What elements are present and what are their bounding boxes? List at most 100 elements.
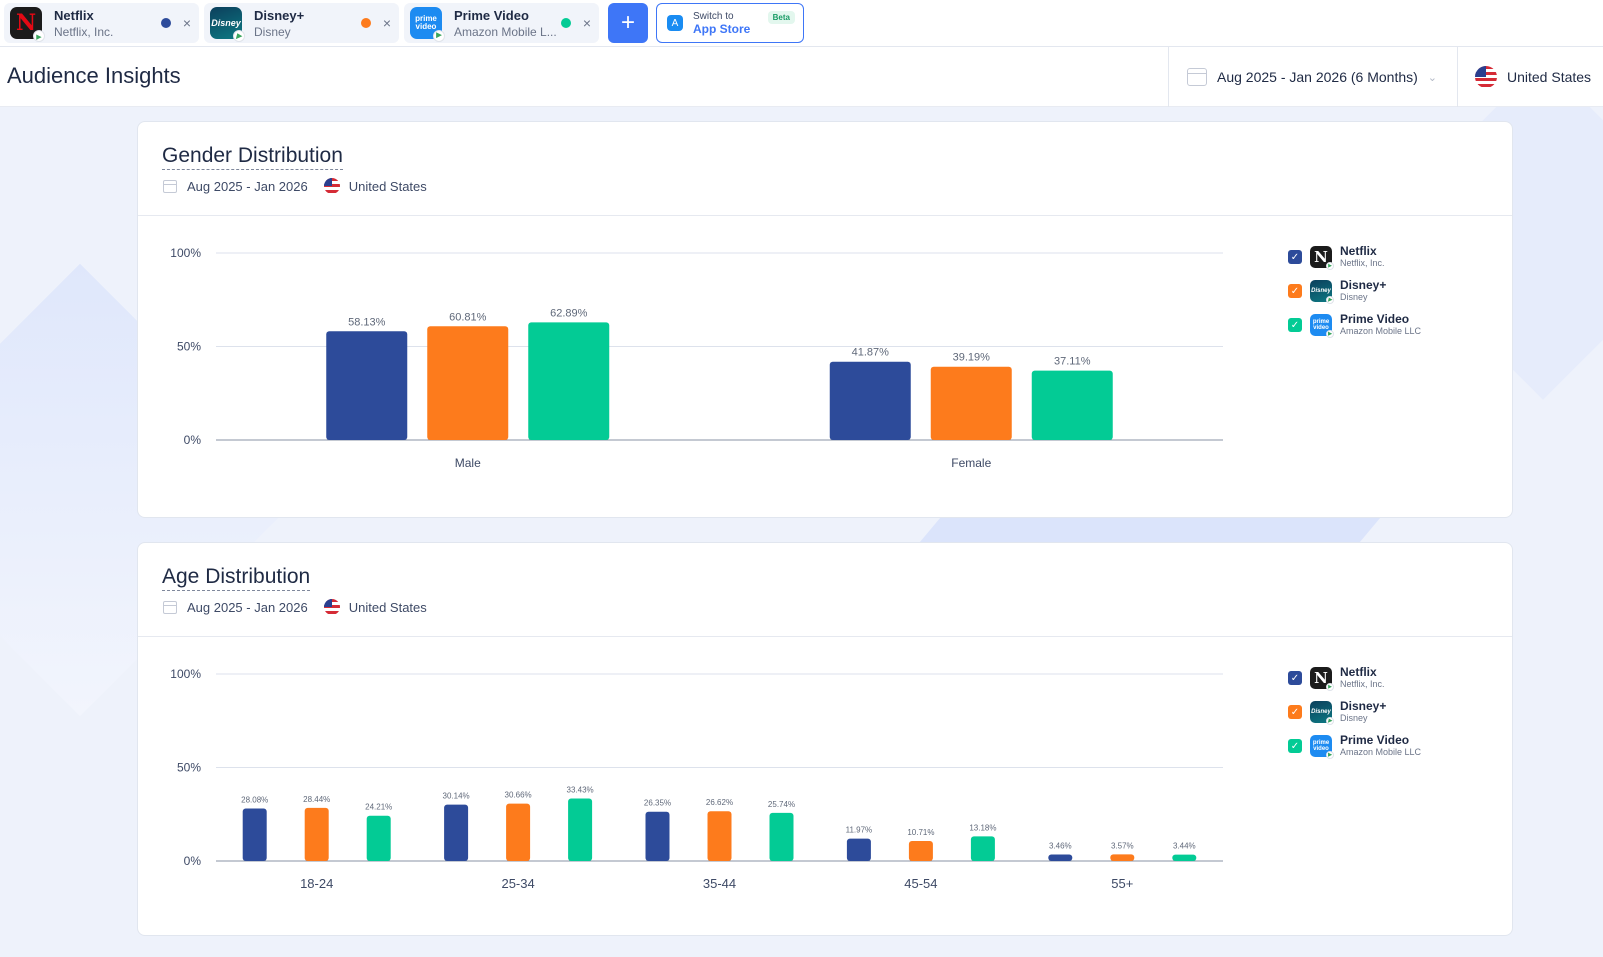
legend-item[interactable]: ✓ prime video ▶ Prime Video Amazon Mobile LLC <box>1288 308 1421 342</box>
checkbox-checked-icon[interactable]: ✓ <box>1288 705 1302 719</box>
legend-item[interactable]: ✓ N ▶ Netflix Netflix, Inc. <box>1288 240 1421 274</box>
google-play-badge-icon: ▶ <box>433 30 445 42</box>
bar <box>366 815 391 861</box>
page-header: Audience Insights Aug 2025 - Jan 2026 (6… <box>0 47 1603 107</box>
y-tick-label: 50% <box>177 340 201 354</box>
series-color-dot <box>561 18 571 28</box>
tab-app-publisher: Amazon Mobile L... <box>454 24 557 39</box>
app-tab-disney[interactable]: Disney ▶ Disney+ Disney × <box>204 3 399 43</box>
country-selector[interactable]: United States <box>1457 47 1603 107</box>
data-label: 30.14% <box>443 792 470 801</box>
app-store-icon: A <box>667 15 683 31</box>
data-label: 3.46% <box>1049 842 1072 851</box>
netflix-icon: N ▶ <box>1310 246 1334 270</box>
checkbox-checked-icon[interactable]: ✓ <box>1288 250 1302 264</box>
close-icon[interactable]: × <box>381 15 393 31</box>
close-icon[interactable]: × <box>581 15 593 31</box>
bar <box>769 812 794 861</box>
legend-item[interactable]: ✓ Disney ▶ Disney+ Disney <box>1288 274 1421 308</box>
close-icon[interactable]: × <box>181 15 193 31</box>
card-header: Gender Distribution Aug 2025 - Jan 2026 … <box>138 122 1512 216</box>
legend-item[interactable]: ✓ Disney ▶ Disney+ Disney <box>1288 695 1421 729</box>
x-tick-label: Female <box>951 456 991 470</box>
data-label: 25.74% <box>768 800 795 809</box>
legend-item[interactable]: ✓ N ▶ Netflix Netflix, Inc. <box>1288 661 1421 695</box>
google-play-badge-icon: ▶ <box>1326 751 1334 759</box>
y-tick-label: 0% <box>184 433 202 447</box>
calendar-icon <box>163 600 177 614</box>
data-label: 62.89% <box>550 307 588 319</box>
checkbox-checked-icon[interactable]: ✓ <box>1288 284 1302 298</box>
y-tick-label: 0% <box>184 854 202 868</box>
bar <box>829 361 911 440</box>
legend-app-publisher: Amazon Mobile LLC <box>1340 326 1422 336</box>
bar <box>846 838 871 861</box>
x-tick-label: 18-24 <box>300 876 333 891</box>
data-label: 3.44% <box>1173 842 1196 851</box>
calendar-icon <box>1187 68 1207 86</box>
data-label: 26.62% <box>706 798 733 807</box>
prime-video-icon: prime video ▶ <box>1310 314 1334 338</box>
x-tick-label: Male <box>455 456 481 470</box>
data-label: 3.57% <box>1111 841 1134 850</box>
app-tab-netflix[interactable]: N ▶ Netflix Netflix, Inc. × <box>4 3 199 43</box>
google-play-badge-icon: ▶ <box>1326 717 1334 725</box>
app-tab-bar: N ▶ Netflix Netflix, Inc. × Disney ▶ Disne… <box>0 0 1603 47</box>
chevron-down-icon: ⌄ <box>1427 71 1438 84</box>
google-play-badge-icon: ▶ <box>33 30 45 42</box>
card-title[interactable]: Gender Distribution <box>162 144 343 170</box>
bar <box>444 804 469 861</box>
card-title[interactable]: Age Distribution <box>162 565 311 591</box>
bar <box>506 803 531 861</box>
legend-app-name: Netflix <box>1340 665 1377 679</box>
page-title: Audience Insights <box>7 63 181 88</box>
us-flag-icon <box>1475 66 1497 88</box>
bar <box>930 366 1012 440</box>
bar <box>1048 854 1073 861</box>
tab-app-name: Prime Video <box>454 7 529 23</box>
x-tick-label: 35-44 <box>703 876 736 891</box>
switch-label-big: App Store <box>693 21 751 36</box>
bar <box>1110 854 1135 861</box>
data-label: 33.43% <box>567 785 594 794</box>
date-range-selector[interactable]: Aug 2025 - Jan 2026 (6 Months) ⌄ <box>1168 47 1457 107</box>
tab-app-name: Netflix <box>54 7 94 23</box>
legend-app-name: Disney+ <box>1340 699 1387 713</box>
google-play-badge-icon: ▶ <box>1326 296 1334 304</box>
disney-icon: Disney ▶ <box>1310 701 1334 725</box>
us-flag-icon <box>323 178 340 194</box>
google-play-badge-icon: ▶ <box>1326 683 1334 691</box>
data-label: 28.44% <box>303 795 330 804</box>
legend-app-name: Netflix <box>1340 244 1377 258</box>
tab-app-name: Disney+ <box>254 7 305 23</box>
legend-app-name: Disney+ <box>1340 278 1387 292</box>
bar <box>427 326 509 440</box>
checkbox-checked-icon[interactable]: ✓ <box>1288 318 1302 332</box>
gender-legend: ✓ N ▶ Netflix Netflix, Inc. ✓ Disney ▶ Disney+ Di… <box>1288 240 1421 342</box>
netflix-icon: N ▶ <box>10 7 45 42</box>
legend-app-publisher: Netflix, Inc. <box>1340 679 1385 689</box>
age-bar-chart: 0% 50% 100% 28.08% 28.44% 24.21% 18-24 30.14% 30… <box>170 667 1223 891</box>
app-tab-prime-video[interactable]: prime video ▶ Prime Video Amazon Mobile L.… <box>404 3 599 43</box>
y-tick-label: 100% <box>170 667 201 681</box>
gender-distribution-card: Gender Distribution Aug 2025 - Jan 2026 … <box>137 121 1513 518</box>
card-header: Age Distribution Aug 2025 - Jan 2026 Uni… <box>138 543 1512 637</box>
age-legend: ✓ N ▶ Netflix Netflix, Inc. ✓ Disney ▶ Disney+ Di… <box>1288 661 1421 763</box>
add-app-button[interactable]: + <box>608 3 648 43</box>
card-date: Aug 2025 - Jan 2026 <box>187 599 308 615</box>
checkbox-checked-icon[interactable]: ✓ <box>1288 739 1302 753</box>
x-tick-label: 45-54 <box>904 876 937 891</box>
netflix-icon: N ▶ <box>1310 667 1334 691</box>
card-date: Aug 2025 - Jan 2026 <box>187 178 308 194</box>
switch-to-app-store-button[interactable]: A Switch to App Store Beta <box>656 3 804 43</box>
legend-app-name: Prime Video <box>1340 733 1410 747</box>
data-label: 28.08% <box>241 795 268 804</box>
data-label: 10.71% <box>907 828 934 837</box>
calendar-icon <box>163 179 177 193</box>
data-label: 11.97% <box>846 826 873 835</box>
checkbox-checked-icon[interactable]: ✓ <box>1288 671 1302 685</box>
date-range-value: Aug 2025 - Jan 2026 (6 Months) <box>1217 69 1418 85</box>
legend-item[interactable]: ✓ prime video ▶ Prime Video Amazon Mobile LLC <box>1288 729 1421 763</box>
data-label: 30.66% <box>505 791 532 800</box>
bar <box>528 322 610 440</box>
